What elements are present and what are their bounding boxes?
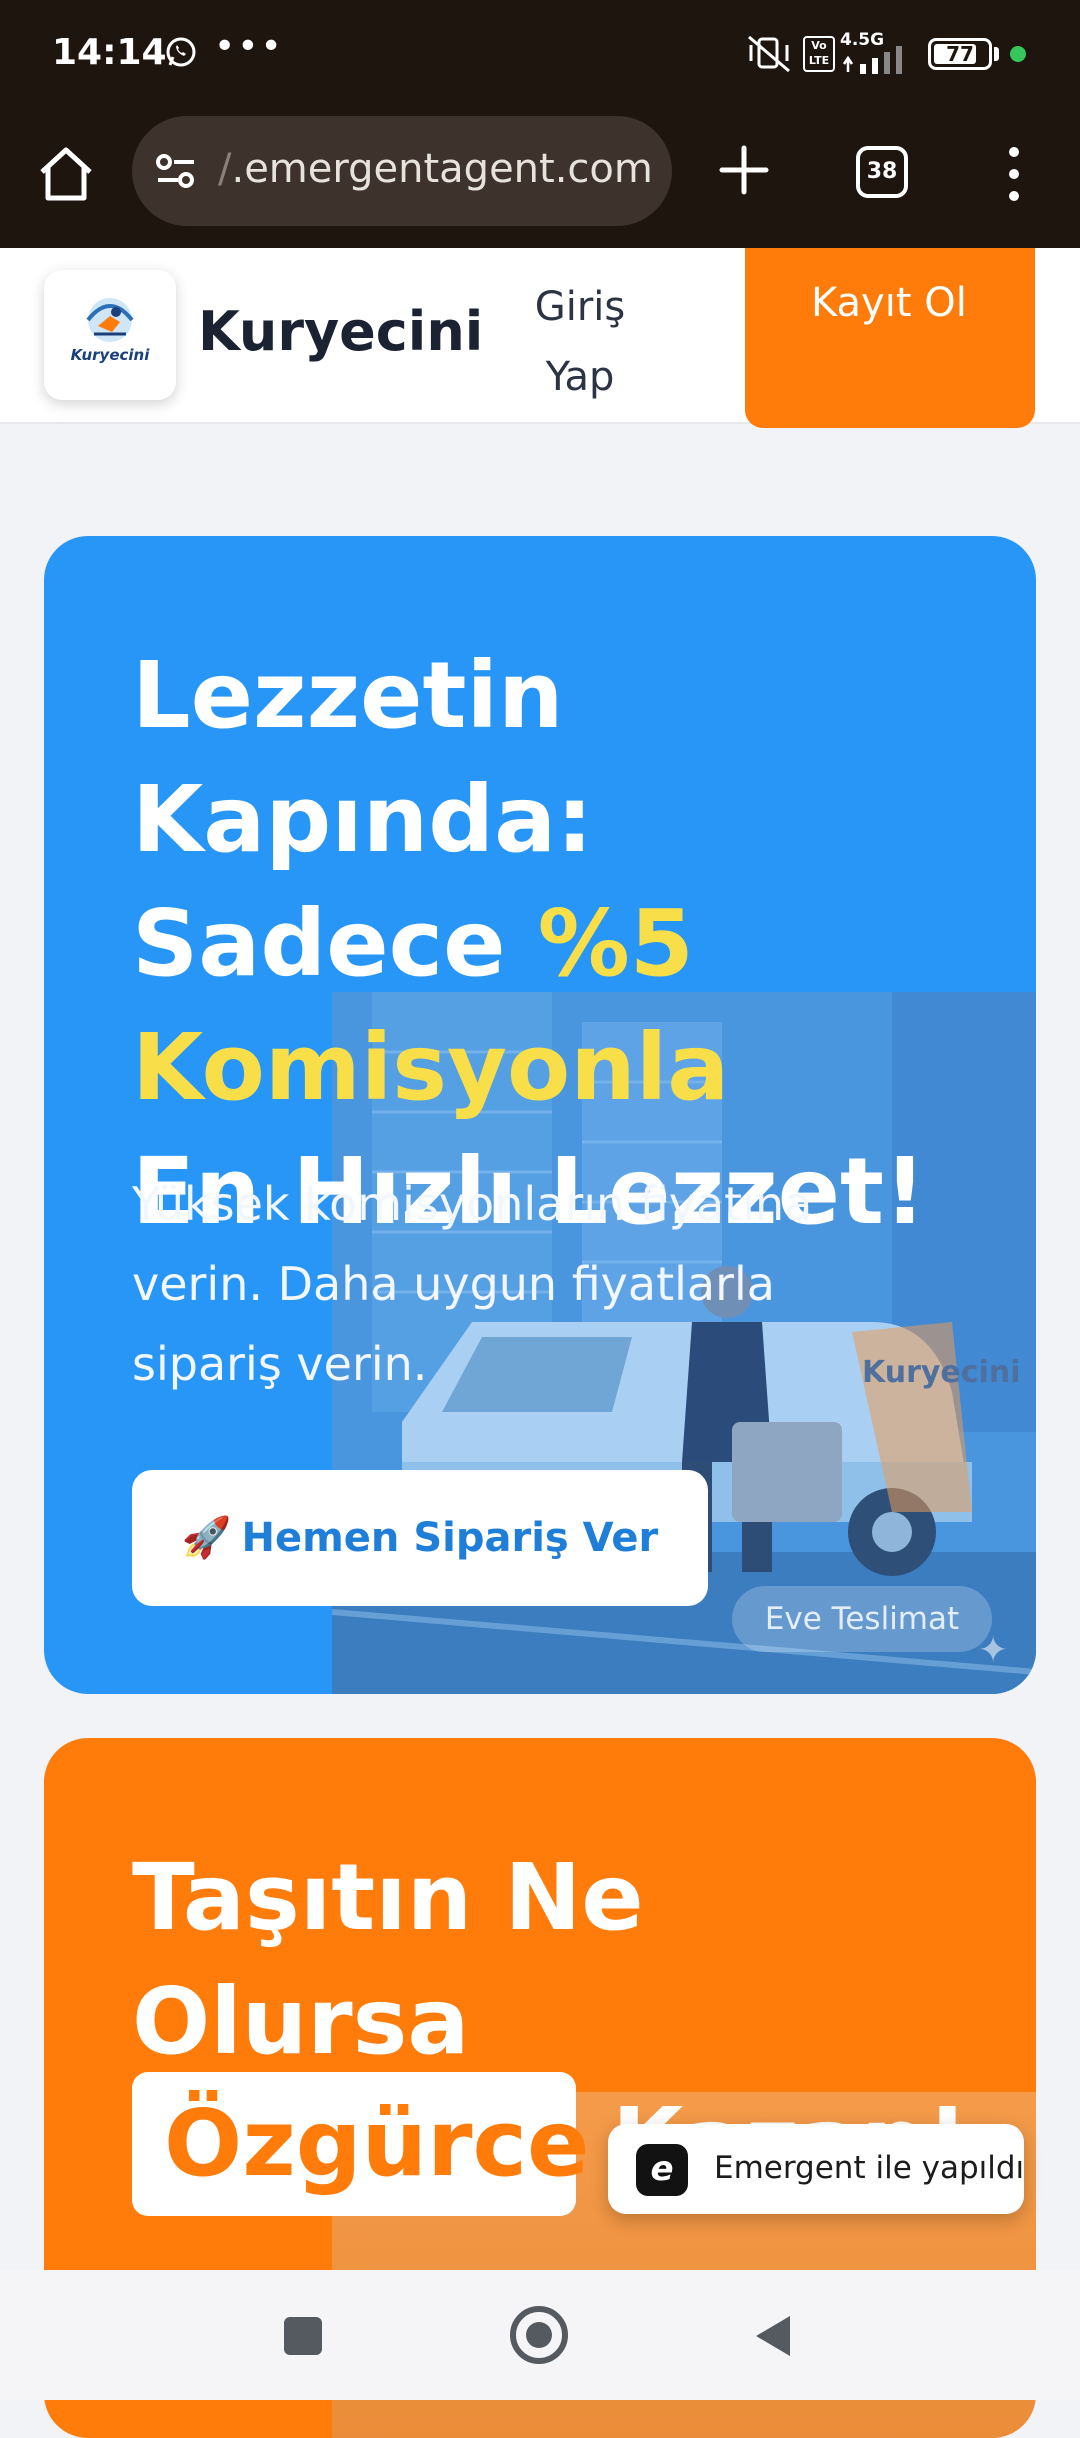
tab-switcher-button[interactable]: 38 (856, 146, 908, 198)
hero-title-line-1: Lezzetin Kapında: (132, 642, 593, 873)
hero-title: Lezzetin Kapında: Sadece %5 Komisyonla E… (132, 634, 1012, 1254)
battery-icon: 77 (928, 38, 992, 70)
vibrate-off-icon (748, 35, 790, 73)
emergent-logo-letter: e (650, 2149, 674, 2189)
new-tab-icon[interactable] (712, 138, 776, 202)
hero-description: Yüksek komisyonların fiyatına verin. Dah… (132, 1177, 813, 1391)
whatsapp-icon (166, 37, 196, 67)
signal-icon (842, 46, 902, 74)
hero-title-line-2: Sadece %5 (132, 882, 1012, 1006)
site-settings-icon[interactable] (154, 150, 198, 194)
hero-title-sadece: Sadece (132, 890, 538, 997)
hero-card: Kuryecini Lezzetin Kapında: Sadece %5 Ko… (44, 536, 1036, 1694)
courier-logo-icon: Kuryecini (71, 298, 151, 364)
status-bar: 14:14 ••• Vo LTE 4.5G 77 (0, 0, 1080, 108)
emergent-logo-icon: e (636, 2144, 688, 2196)
emergent-badge-label: Emergent ile yapıldı (714, 2150, 1025, 2186)
more-notifications-icon: ••• (214, 26, 284, 67)
logo-wordmark: Kuryecini (71, 346, 151, 364)
brand-name[interactable]: Kuryecini (198, 300, 483, 363)
signup-button[interactable]: Kayıt Ol (745, 248, 1035, 428)
home-button-dot (526, 2322, 552, 2348)
made-with-emergent-badge[interactable]: e Emergent ile yapıldı (608, 2124, 1024, 2214)
more-menu-icon[interactable] (1000, 142, 1028, 206)
status-time: 14:14 (52, 32, 167, 73)
battery-tip (994, 47, 999, 61)
home-icon[interactable] (30, 138, 102, 210)
van-brand-text: Kuryecini (862, 1355, 1020, 1390)
browser-toolbar: /.emergentagent.com 38 (0, 108, 1080, 248)
home-button[interactable] (510, 2306, 568, 2364)
url-prefix: / (218, 146, 232, 192)
privacy-indicator-dot (1010, 46, 1026, 62)
hero-title-line-3: Komisyonla (132, 1014, 730, 1121)
site-header: Kuryecini Kuryecini Giriş Yap Kayıt Ol (0, 248, 1080, 428)
rocket-icon: 🚀 (181, 1515, 232, 1561)
battery-level: 77 (946, 42, 974, 66)
order-now-button[interactable]: 🚀 Hemen Sipariş Ver (132, 1470, 708, 1606)
hero-commission-rate: %5 (537, 890, 694, 997)
address-bar[interactable]: /.emergentagent.com (132, 116, 672, 226)
url-domain: .emergentagent.com (231, 146, 653, 192)
volte-icon: Vo LTE (803, 36, 835, 72)
home-delivery-badge: Eve Teslimat (732, 1586, 992, 1652)
order-now-label: Hemen Sipariş Ver (241, 1515, 659, 1561)
back-button[interactable] (750, 2312, 794, 2360)
sparkle-icon: ✦ (978, 1630, 1009, 1671)
url-text: /.emergentagent.com (218, 146, 658, 196)
recent-apps-button[interactable] (284, 2317, 322, 2355)
courier-title-line-1: Taşıtın Ne Olursa (132, 1844, 644, 2075)
login-link[interactable]: Giriş Yap (500, 272, 660, 412)
courier-title-highlight: Özgürce (132, 2072, 589, 2216)
site-logo[interactable]: Kuryecini (44, 270, 176, 400)
system-navigation-bar (0, 2270, 1080, 2400)
